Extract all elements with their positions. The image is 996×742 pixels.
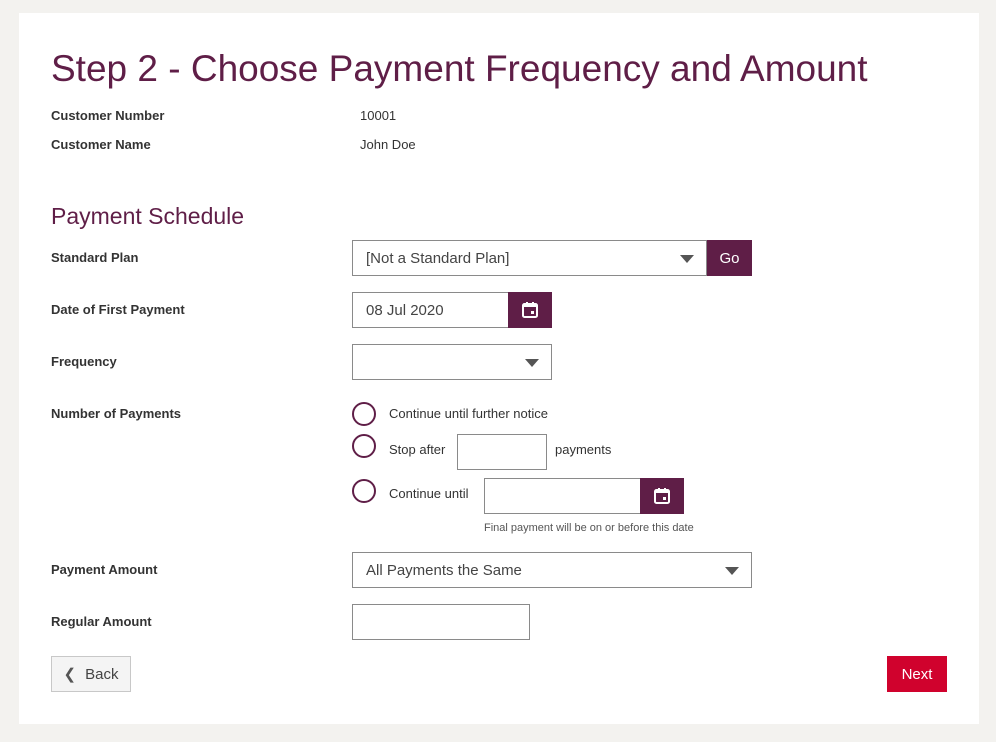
customer-name-value: John Doe <box>360 137 416 152</box>
chevron-down-icon <box>525 359 539 367</box>
page-title: Step 2 - Choose Payment Frequency and Am… <box>51 48 868 89</box>
continue-until-further-notice-radio[interactable] <box>352 402 376 426</box>
number-of-payments-label: Number of Payments <box>51 406 182 421</box>
back-button-label: Back <box>85 665 119 683</box>
calendar-icon <box>654 488 670 504</box>
stop-after-count-input[interactable] <box>457 434 547 470</box>
customer-number-label: Customer Number <box>51 108 165 123</box>
frequency-select[interactable] <box>352 344 552 380</box>
calendar-icon <box>522 302 538 318</box>
stop-after-radio[interactable] <box>352 434 376 458</box>
regular-amount-input[interactable] <box>352 604 530 640</box>
standard-plan-selected: [Not a Standard Plan] <box>366 250 510 267</box>
continue-until-radio[interactable] <box>352 479 376 503</box>
chevron-left-icon: ❮ <box>63 666 77 683</box>
customer-number-value: 10001 <box>360 108 397 123</box>
payments-suffix-label: payments <box>555 442 612 457</box>
first-payment-calendar-button[interactable] <box>508 292 552 328</box>
payment-schedule-heading: Payment Schedule <box>51 203 245 229</box>
stop-after-label[interactable]: Stop after <box>389 442 445 458</box>
back-button[interactable]: ❮ Back <box>51 656 131 692</box>
continue-until-calendar-button[interactable] <box>640 478 684 514</box>
continue-until-label[interactable]: Continue until <box>389 486 469 502</box>
chevron-down-icon <box>725 567 739 575</box>
payment-amount-select[interactable]: All Payments the Same <box>352 552 752 588</box>
go-button[interactable]: Go <box>707 240 752 276</box>
payment-amount-selected: All Payments the Same <box>366 562 522 579</box>
first-payment-date-input[interactable]: 08 Jul 2020 <box>352 292 509 328</box>
first-payment-label: Date of First Payment <box>51 302 185 317</box>
form-card: Step 2 - Choose Payment Frequency and Am… <box>19 13 979 724</box>
first-payment-date-value: 08 Jul 2020 <box>366 302 444 319</box>
customer-name-label: Customer Name <box>51 137 151 152</box>
frequency-label: Frequency <box>51 354 117 369</box>
standard-plan-label: Standard Plan <box>51 250 139 265</box>
regular-amount-label: Regular Amount <box>51 614 152 629</box>
standard-plan-select[interactable]: [Not a Standard Plan] <box>352 240 707 276</box>
continue-until-date-input[interactable] <box>484 478 641 514</box>
continue-until-hint: Final payment will be on or before this … <box>484 522 694 534</box>
payment-amount-label: Payment Amount <box>51 562 158 577</box>
next-button[interactable]: Next <box>887 656 947 692</box>
continue-until-further-notice-label[interactable]: Continue until further notice <box>389 406 548 422</box>
chevron-down-icon <box>680 255 694 263</box>
